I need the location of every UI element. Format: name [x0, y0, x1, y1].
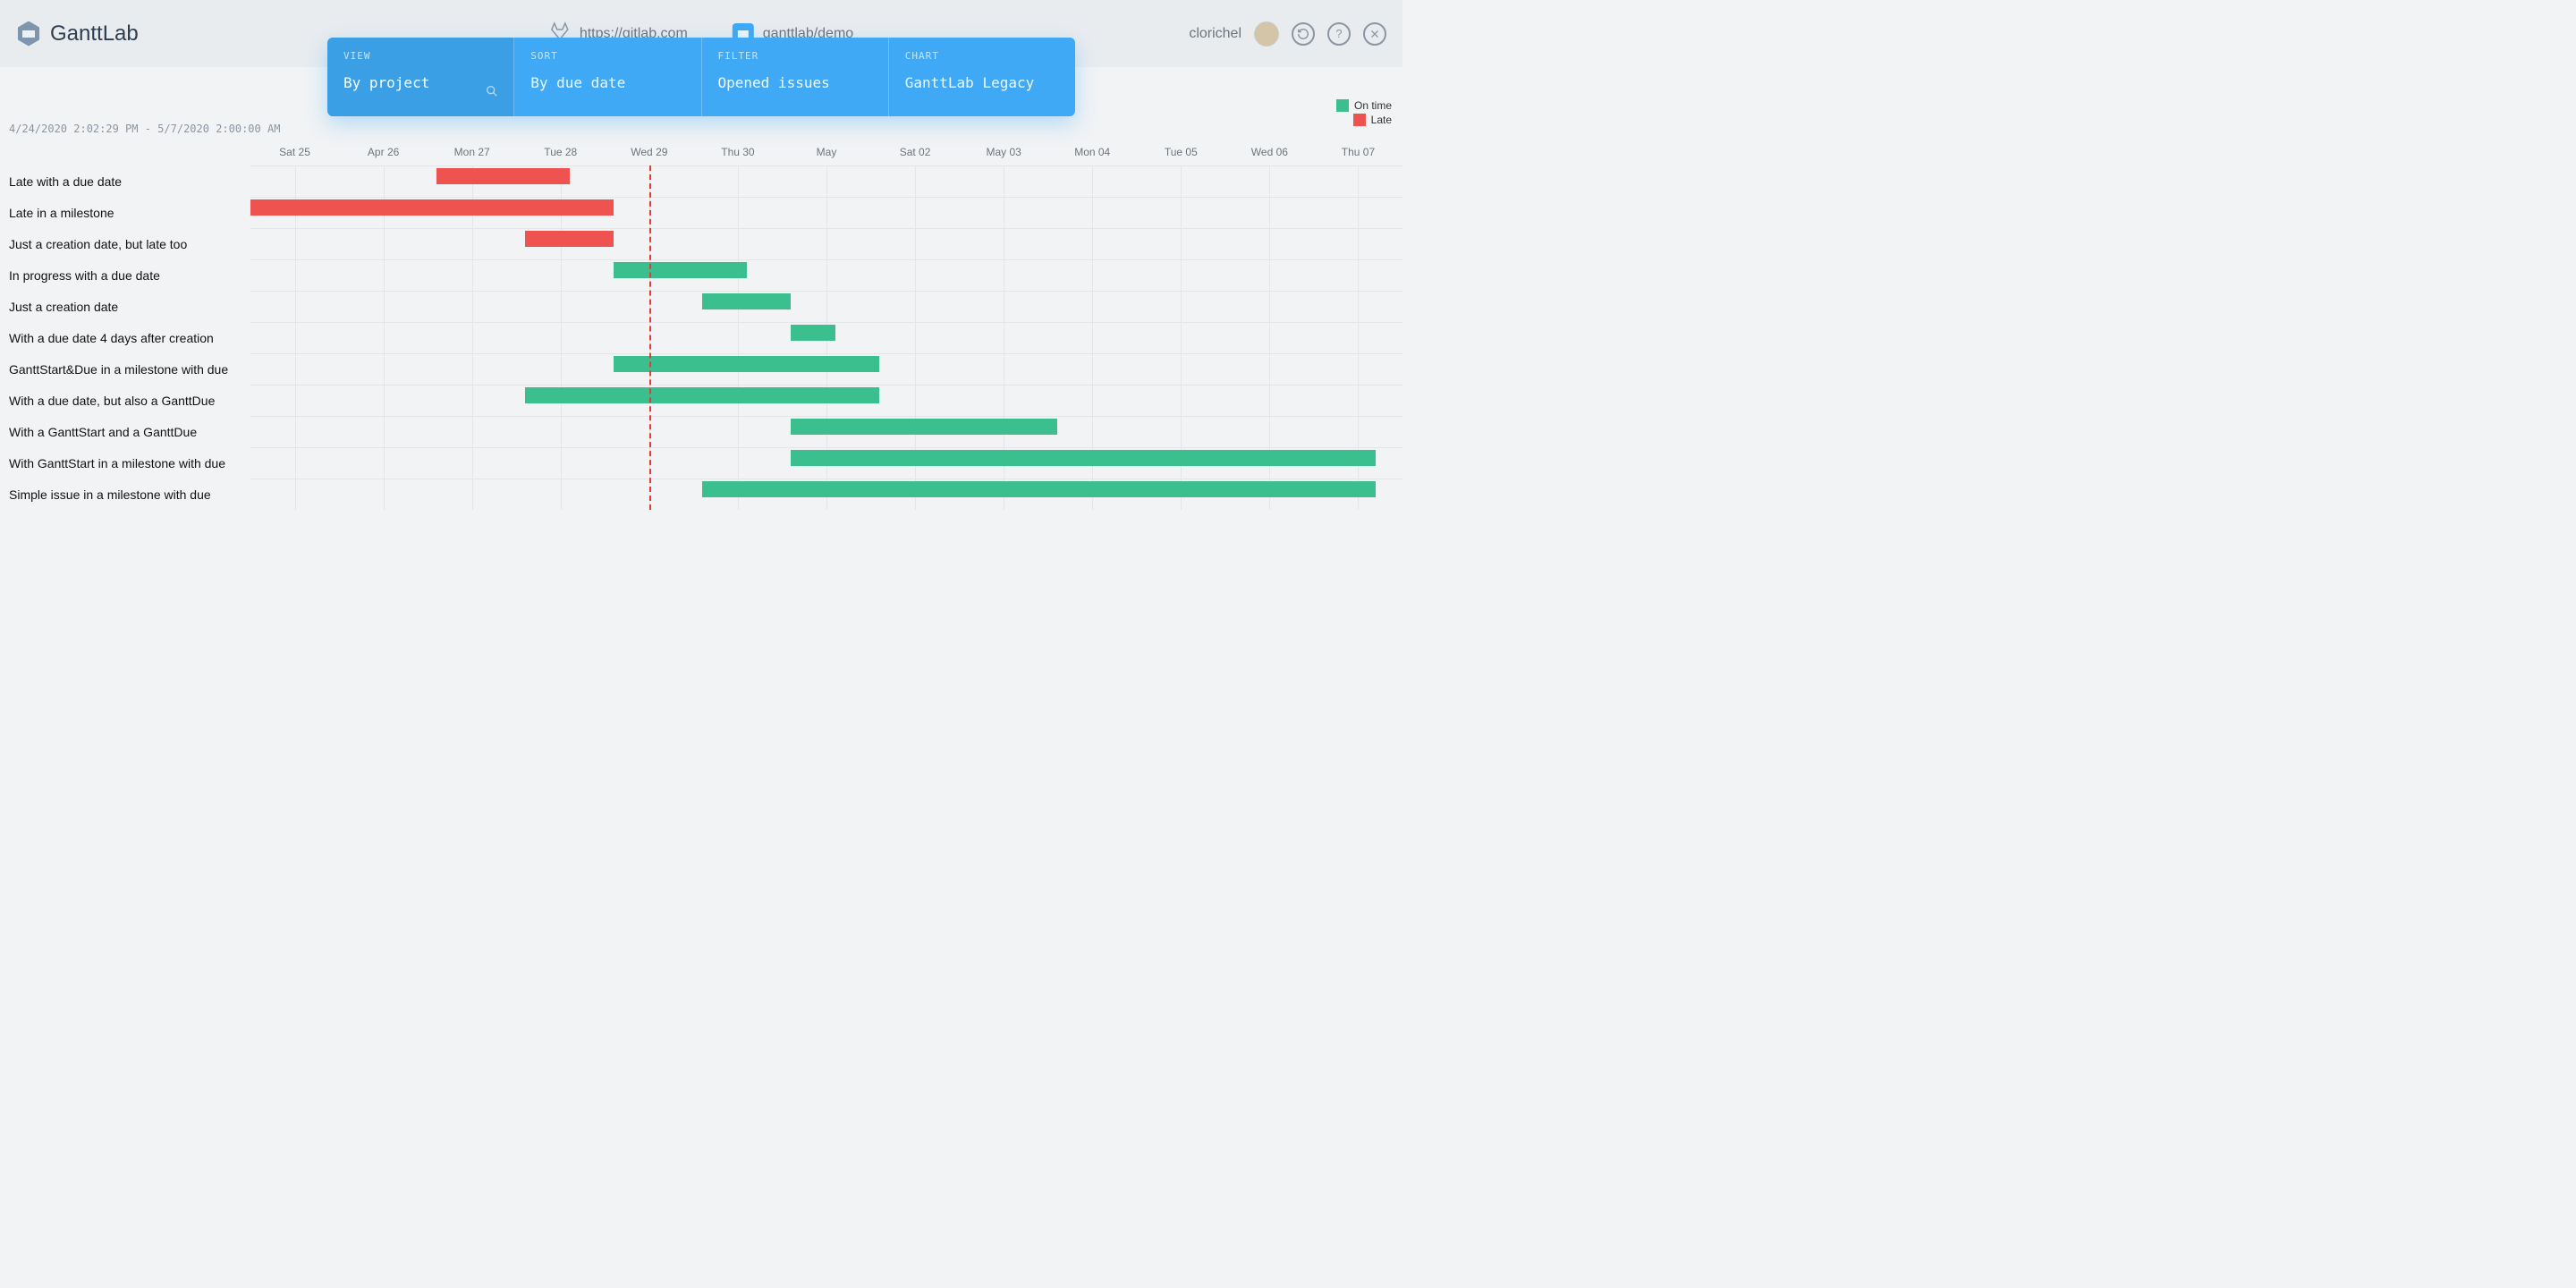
- gantt-row-label: In progress with a due date: [0, 259, 250, 291]
- time-tick: Sat 25: [279, 146, 310, 158]
- gantt-row-label: Just a creation date: [0, 291, 250, 322]
- app-header: GanttLab https://gitlab.com ganttlab/dem…: [0, 0, 1402, 67]
- gantt-row-label: With a due date, but also a GanttDue: [0, 385, 250, 416]
- control-sort-label: SORT: [530, 50, 684, 62]
- header-right: clorichel ?: [1189, 21, 1386, 47]
- grid-hline: [250, 197, 1402, 198]
- gantt-row-label: Simple issue in a milestone with due: [0, 479, 250, 510]
- grid-vline: [738, 165, 739, 510]
- gantt-row-label: With a due date 4 days after creation: [0, 322, 250, 353]
- gantt-time-header: Sat 25 Apr 26 Mon 27 Tue 28 Wed 29 Thu 30 May S…: [250, 140, 1402, 165]
- time-tick: Mon 27: [454, 146, 490, 158]
- gantt-row-label: Late with a due date: [0, 165, 250, 197]
- grid-vline: [295, 165, 296, 510]
- gantt-bar[interactable]: [791, 325, 835, 341]
- search-icon: [485, 84, 499, 102]
- gantt-row-label: With GanttStart in a milestone with due: [0, 447, 250, 479]
- time-tick: Thu 07: [1342, 146, 1375, 158]
- chart-legend: On time Late: [1336, 99, 1392, 128]
- legend-late: Late: [1336, 114, 1392, 126]
- user-avatar[interactable]: [1254, 21, 1279, 47]
- help-button[interactable]: ?: [1327, 22, 1351, 46]
- time-tick: Apr 26: [368, 146, 399, 158]
- close-button[interactable]: [1363, 22, 1386, 46]
- control-view-label: VIEW: [343, 50, 497, 62]
- gantt-bar[interactable]: [525, 231, 614, 247]
- legend-late-label: Late: [1371, 114, 1392, 126]
- grid-hline: [250, 259, 1402, 260]
- time-tick: Tue 05: [1165, 146, 1198, 158]
- control-bar: VIEW By project SORT By due date FILTER …: [327, 38, 1075, 116]
- gantt-row-label: Just a creation date, but late too: [0, 228, 250, 259]
- time-tick: Wed 29: [631, 146, 667, 158]
- grid-hline: [250, 228, 1402, 229]
- gantt-bar[interactable]: [250, 199, 614, 216]
- legend-ontime-label: On time: [1354, 99, 1392, 112]
- chart-area: On time Late 4/24/2020 2:02:29 PM - 5/7/…: [0, 123, 1402, 510]
- grid-hline: [250, 385, 1402, 386]
- control-chart-value: GanttLab Legacy: [905, 74, 1059, 91]
- gantt-bar[interactable]: [525, 387, 879, 403]
- gantt-bar[interactable]: [702, 293, 791, 309]
- grid-hline: [250, 291, 1402, 292]
- control-view[interactable]: VIEW By project: [327, 38, 514, 116]
- username-label: clorichel: [1189, 26, 1241, 42]
- time-tick: May 03: [986, 146, 1021, 158]
- time-tick: Thu 30: [721, 146, 754, 158]
- today-marker: [649, 165, 651, 510]
- grid-vline: [384, 165, 385, 510]
- legend-swatch-ontime: [1336, 99, 1349, 112]
- legend-ontime: On time: [1336, 99, 1392, 112]
- gantt-row-labels: Late with a due dateLate in a milestoneJ…: [0, 140, 250, 510]
- grid-hline: [250, 165, 1402, 166]
- gantt-bar[interactable]: [791, 419, 1056, 435]
- time-tick: Tue 28: [544, 146, 577, 158]
- gantt-grid-body: [250, 165, 1402, 510]
- gantt-row-label: Late in a milestone: [0, 197, 250, 228]
- ganttlab-logo-icon: [16, 21, 41, 47]
- control-filter-label: FILTER: [718, 50, 872, 62]
- control-sort-value: By due date: [530, 74, 684, 91]
- grid-vline: [561, 165, 562, 510]
- control-filter[interactable]: FILTER Opened issues: [702, 38, 889, 116]
- gantt-row-label: With a GanttStart and a GanttDue: [0, 416, 250, 447]
- grid-vline: [472, 165, 473, 510]
- legend-swatch-late: [1353, 114, 1366, 126]
- refresh-button[interactable]: [1292, 22, 1315, 46]
- gantt-bar[interactable]: [791, 450, 1376, 466]
- grid-hline: [250, 416, 1402, 417]
- app-title: GanttLab: [50, 21, 139, 47]
- time-tick: May: [817, 146, 837, 158]
- logo-area[interactable]: GanttLab: [16, 21, 139, 47]
- control-filter-value: Opened issues: [718, 74, 872, 91]
- gantt-bar[interactable]: [436, 168, 570, 184]
- control-sort[interactable]: SORT By due date: [514, 38, 701, 116]
- date-range-label: 4/24/2020 2:02:29 PM - 5/7/2020 2:00:00 …: [0, 123, 1402, 135]
- time-tick: Sat 02: [900, 146, 931, 158]
- gantt-row-label: GanttStart&Due in a milestone with due: [0, 353, 250, 385]
- grid-hline: [250, 322, 1402, 323]
- grid-hline: [250, 447, 1402, 448]
- control-chart[interactable]: CHART GanttLab Legacy: [889, 38, 1075, 116]
- gantt-bar[interactable]: [614, 262, 747, 278]
- control-chart-label: CHART: [905, 50, 1059, 62]
- time-tick: Mon 04: [1074, 146, 1110, 158]
- gantt-bar[interactable]: [614, 356, 879, 372]
- gantt-chart: Late with a due dateLate in a milestoneJ…: [0, 140, 1402, 510]
- gantt-grid: Sat 25 Apr 26 Mon 27 Tue 28 Wed 29 Thu 30 May S…: [250, 140, 1402, 510]
- time-tick: Wed 06: [1251, 146, 1288, 158]
- gantt-bar[interactable]: [702, 481, 1376, 497]
- grid-hline: [250, 353, 1402, 354]
- control-view-value: By project: [343, 74, 497, 91]
